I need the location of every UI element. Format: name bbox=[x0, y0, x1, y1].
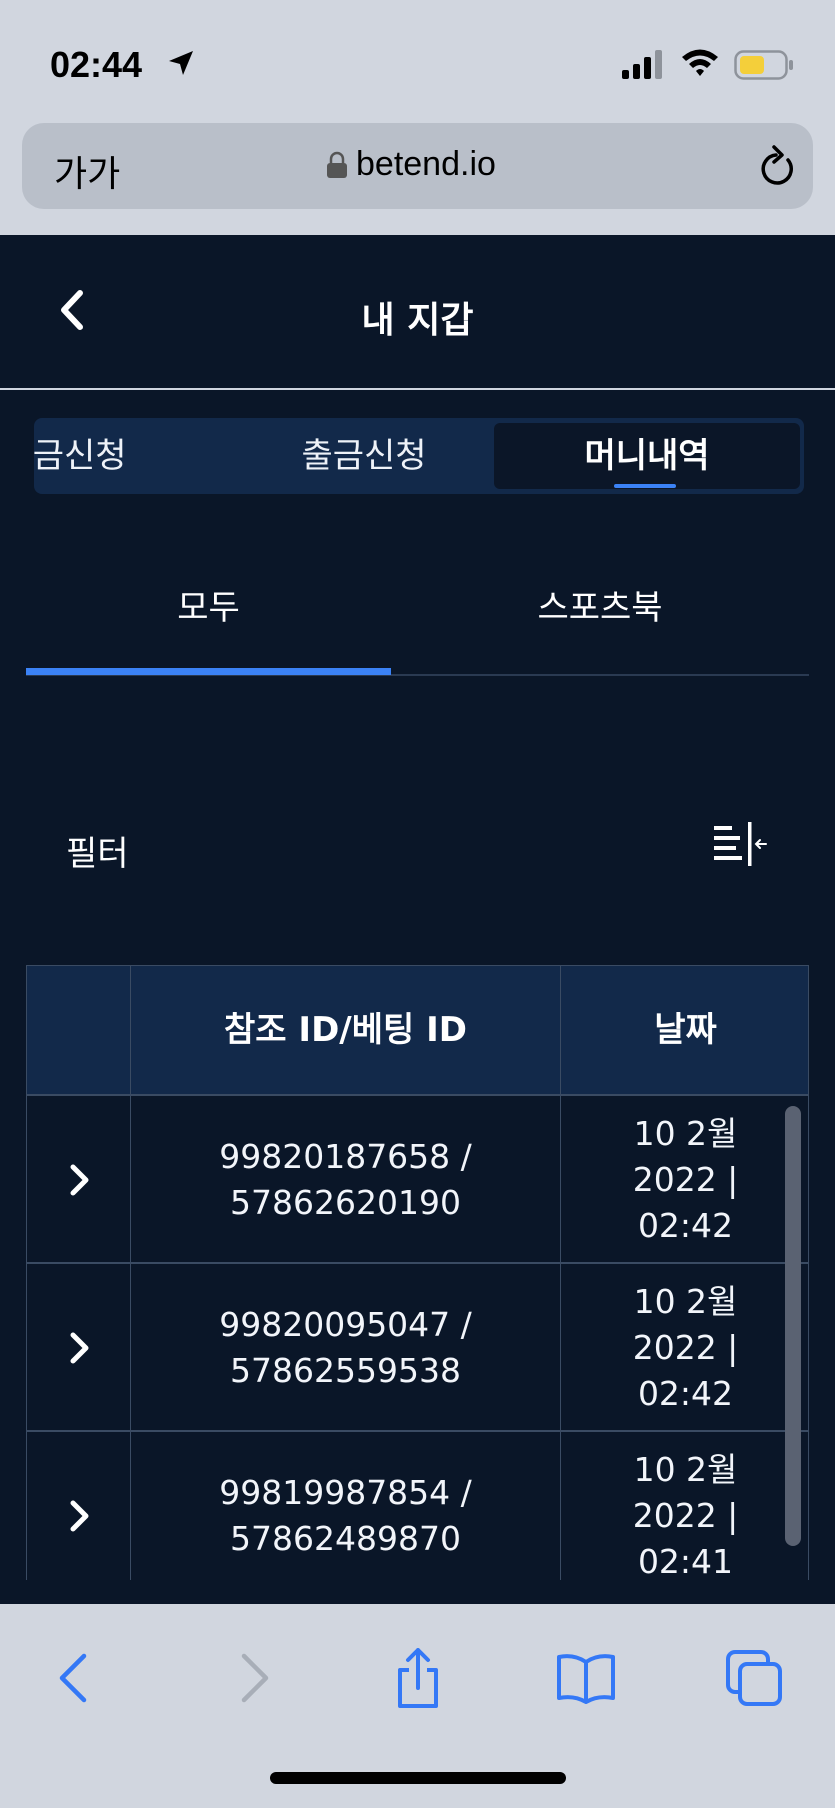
expand-cell[interactable] bbox=[27, 1432, 131, 1580]
chevron-right-icon[interactable] bbox=[64, 1328, 94, 1368]
history-subtabs: 모두 스포츠북 bbox=[26, 560, 809, 676]
date-year: 2022 | bbox=[632, 1160, 739, 1199]
wifi-icon bbox=[682, 49, 718, 76]
date-day: 10 2월 bbox=[633, 1450, 738, 1489]
date-time: 02:42 bbox=[637, 1206, 734, 1245]
tab-withdraw-request[interactable]: 출금신청 bbox=[234, 418, 494, 494]
address-bar[interactable]: 가가 betend.io bbox=[22, 123, 813, 209]
date-year: 2022 | bbox=[632, 1496, 739, 1535]
home-indicator[interactable] bbox=[270, 1772, 566, 1784]
tab-money-history[interactable]: 머니내역 bbox=[494, 423, 800, 489]
date-year: 2022 | bbox=[632, 1328, 739, 1367]
browser-back-icon[interactable] bbox=[46, 1648, 106, 1708]
share-icon[interactable] bbox=[388, 1648, 448, 1708]
status-bar: 02:44 bbox=[0, 0, 835, 120]
ref-id-cell: 99819987854 / 57862489870 bbox=[131, 1432, 561, 1580]
chevron-right-icon[interactable] bbox=[64, 1496, 94, 1536]
ref-id-cell: 99820095047 / 57862559538 bbox=[131, 1264, 561, 1432]
date-time: 02:41 bbox=[637, 1542, 734, 1580]
wallet-segment-tabs: 입금신청 출금신청 머니내역 bbox=[34, 418, 804, 494]
bet-id: 57862620190 bbox=[230, 1183, 461, 1222]
location-arrow-icon bbox=[169, 51, 193, 75]
ref-id-cell: 99820187658 / 57862620190 bbox=[131, 1096, 561, 1264]
url-text[interactable]: betend.io bbox=[356, 145, 496, 184]
expand-cell[interactable] bbox=[27, 1264, 131, 1432]
table-row[interactable]: 99820095047 / 57862559538 10 2월 2022 | 02:4… bbox=[27, 1264, 808, 1432]
expand-cell[interactable] bbox=[27, 1096, 131, 1264]
table-header-date: 날짜 bbox=[654, 1010, 717, 1050]
address-bar-container: 가가 betend.io bbox=[0, 120, 835, 235]
subtab-active-indicator bbox=[26, 668, 391, 675]
status-time: 02:44 bbox=[50, 44, 143, 85]
chevron-right-icon[interactable] bbox=[64, 1160, 94, 1200]
date-cell: 10 2월 2022 | 02:42 bbox=[561, 1096, 808, 1264]
tabs-icon[interactable] bbox=[724, 1648, 784, 1708]
bookmarks-icon[interactable] bbox=[556, 1648, 616, 1708]
tab-deposit-request[interactable]: 입금신청 bbox=[34, 418, 154, 494]
ref-id: 99820095047 / bbox=[219, 1305, 472, 1344]
ref-id: 99819987854 / bbox=[219, 1473, 472, 1512]
table-scrollbar[interactable] bbox=[785, 1106, 801, 1546]
date-cell: 10 2월 2022 | 02:41 bbox=[561, 1432, 808, 1580]
table-header-expand bbox=[27, 966, 131, 1094]
bet-id: 57862489870 bbox=[230, 1519, 461, 1558]
date-day: 10 2월 bbox=[633, 1282, 738, 1321]
page-header: 내 지갑 bbox=[0, 235, 835, 390]
date-day: 10 2월 bbox=[633, 1114, 738, 1153]
browser-forward-icon[interactable] bbox=[222, 1648, 282, 1708]
ref-id: 99820187658 / bbox=[219, 1137, 472, 1176]
bet-id: 57862559538 bbox=[230, 1351, 461, 1390]
active-tab-indicator bbox=[614, 484, 676, 488]
subtab-sportsbook[interactable]: 스포츠북 bbox=[391, 580, 809, 640]
page-title: 내 지갑 bbox=[361, 300, 474, 341]
date-cell: 10 2월 2022 | 02:42 bbox=[561, 1264, 808, 1432]
money-history-table: 참조 ID/베팅 ID 날짜 99820187658 / 57862620190 … bbox=[26, 965, 809, 1580]
table-header: 참조 ID/베팅 ID 날짜 bbox=[27, 966, 808, 1096]
table-row[interactable]: 99820187658 / 57862620190 10 2월 2022 | 02:4… bbox=[27, 1096, 808, 1264]
text-size-button[interactable]: 가가 bbox=[54, 145, 120, 197]
subtab-all[interactable]: 모두 bbox=[26, 580, 391, 640]
battery-icon bbox=[734, 50, 793, 80]
signal-icon bbox=[622, 50, 662, 79]
table-row[interactable]: 99819987854 / 57862489870 10 2월 2022 | 02:4… bbox=[27, 1432, 808, 1580]
lock-icon bbox=[327, 151, 347, 178]
table-header-ref-id: 참조 ID/베팅 ID bbox=[131, 966, 561, 1094]
reload-icon[interactable] bbox=[754, 143, 798, 191]
filter-label: 필터 bbox=[66, 834, 129, 874]
filter-collapse-icon[interactable] bbox=[712, 822, 768, 870]
date-time: 02:42 bbox=[637, 1374, 734, 1413]
